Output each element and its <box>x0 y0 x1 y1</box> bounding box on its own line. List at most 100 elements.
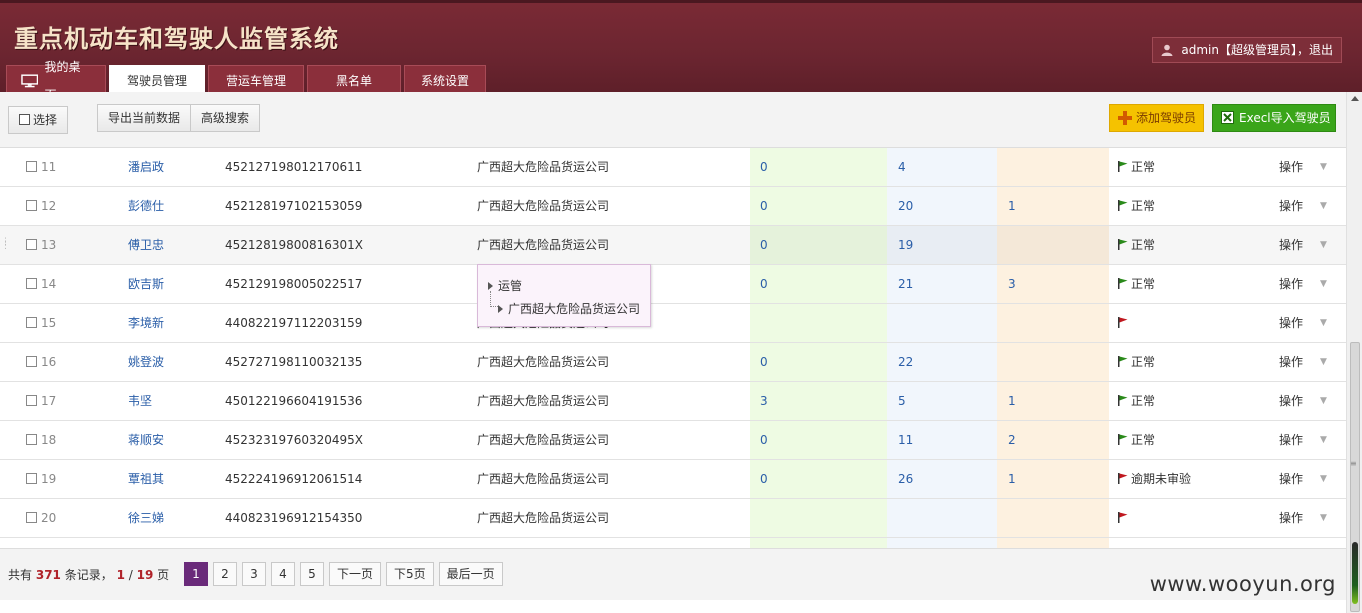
table-row[interactable]: ⋮ ⋮ 13 傅卫忠 4521281980081630​1X 广西超大危险品货运公司 0 19… <box>0 226 1346 265</box>
select-all-button[interactable]: 选择 <box>8 106 68 134</box>
driver-name-link[interactable]: 彭德仕 <box>128 187 164 226</box>
page-button-4[interactable]: 4 <box>271 562 295 586</box>
driver-name-link[interactable]: 覃祖其 <box>128 460 164 499</box>
chevron-down-icon[interactable]: ▼ <box>1320 304 1327 343</box>
tab-desktop[interactable]: 我的桌面 <box>6 60 106 102</box>
table-row[interactable]: 17 韦坚 450122196604191536 广西超大危险品货运公司 3 5 1 正常 操作… <box>0 382 1346 421</box>
checkbox[interactable] <box>26 200 37 211</box>
count-1[interactable]: 0 <box>760 265 768 304</box>
chevron-down-icon[interactable]: ▼ <box>1320 499 1327 538</box>
count-1[interactable]: 0 <box>760 148 768 187</box>
table-row[interactable]: 16 姚登波 452727198110032135 广西超大危险品货运公司 0 22 正常 操… <box>0 343 1346 382</box>
chevron-down-icon[interactable]: ▼ <box>1320 460 1327 499</box>
driver-name-link[interactable]: 韦坚 <box>128 382 152 421</box>
page-button-1[interactable]: 1 <box>184 562 208 586</box>
row-action-button[interactable]: 操作 <box>1279 265 1303 304</box>
chevron-down-icon[interactable]: ▼ <box>1320 343 1327 382</box>
driver-name-link[interactable]: 姚登波 <box>128 343 164 382</box>
count-2[interactable]: 21 <box>898 265 913 304</box>
row-select[interactable]: 17 <box>26 382 56 421</box>
row-select[interactable]: 11 <box>26 148 56 187</box>
table-row[interactable]: 15 李境新 440822197112203159 广西超大危险品货运公司 操作 ▼ <box>0 304 1346 343</box>
row-select[interactable]: 14 <box>26 265 56 304</box>
count-1[interactable]: 0 <box>760 421 768 460</box>
checkbox[interactable] <box>26 278 37 289</box>
row-select[interactable]: 16 <box>26 343 56 382</box>
chevron-down-icon[interactable]: ▼ <box>1320 148 1327 187</box>
driver-name-link[interactable]: 李境新 <box>128 304 164 343</box>
checkbox[interactable] <box>26 317 37 328</box>
count-1[interactable]: 3 <box>760 382 768 421</box>
next-page-button[interactable]: 下一页 <box>329 562 382 586</box>
row-select[interactable]: 15 <box>26 304 56 343</box>
count-2[interactable]: 5 <box>898 382 906 421</box>
chevron-down-icon[interactable]: ▼ <box>1320 421 1327 460</box>
checkbox[interactable] <box>26 161 37 172</box>
table-row[interactable]: 11 潘启政 452127198012170611 广西超大危险品货运公司 0 4 正常 操作… <box>0 148 1346 187</box>
excel-import-button[interactable]: Execl导入驾驶员 <box>1212 104 1336 132</box>
drag-handle-icon[interactable]: ⋮ ⋮ <box>1 238 10 251</box>
checkbox[interactable] <box>26 239 37 250</box>
checkbox[interactable] <box>26 473 37 484</box>
row-select[interactable]: 19 <box>26 460 56 499</box>
add-driver-button[interactable]: 添加驾驶员 <box>1109 104 1204 132</box>
export-current-data-button[interactable]: 导出当前数据 <box>97 104 191 132</box>
driver-name-link[interactable]: 徐三娣 <box>128 499 164 538</box>
count-3[interactable]: 1 <box>1008 382 1016 421</box>
chevron-down-icon[interactable]: ▼ <box>1320 187 1327 226</box>
vertical-scrollbar[interactable]: ≡ <box>1346 92 1362 613</box>
row-select[interactable]: 12 <box>26 187 56 226</box>
checkbox[interactable] <box>26 356 37 367</box>
tab-driver-management[interactable]: 驾驶员管理 <box>109 65 205 95</box>
row-action-button[interactable]: 操作 <box>1279 382 1303 421</box>
row-action-button[interactable]: 操作 <box>1279 499 1303 538</box>
page-button-5[interactable]: 5 <box>300 562 324 586</box>
row-action-button[interactable]: 操作 <box>1279 460 1303 499</box>
chevron-down-icon[interactable]: ▼ <box>1320 226 1327 265</box>
driver-name-link[interactable]: 潘启政 <box>128 148 164 187</box>
count-3[interactable]: 3 <box>1008 265 1016 304</box>
row-action-button[interactable]: 操作 <box>1279 343 1303 382</box>
table-row[interactable]: 14欧吉斯452129198005022517广西超大危险品货运公司0213正常… <box>0 265 1346 304</box>
tab-vehicle-management[interactable]: 营运车管理 <box>208 65 304 95</box>
count-2[interactable]: 19 <box>898 226 913 265</box>
chevron-down-icon[interactable]: ▼ <box>1320 265 1327 304</box>
driver-name-link[interactable]: 欧吉斯 <box>128 265 164 304</box>
table-row[interactable]: 20 徐三娣 440823196912154350 广西超大危险品货运公司 操作 ▼ <box>0 499 1346 538</box>
driver-name-link[interactable]: 傅卫忠 <box>128 226 164 265</box>
checkbox[interactable] <box>26 434 37 445</box>
next-5-pages-button[interactable]: 下5页 <box>386 562 434 586</box>
tree-node-company[interactable]: 广西超大危险品货运公司 <box>498 300 640 317</box>
driver-name-link[interactable]: 蒋顺安 <box>128 421 164 460</box>
count-2[interactable]: 26 <box>898 460 913 499</box>
table-row[interactable]: 19 覃祖其 452224196912061514 广西超大危险品货运公司 0 26 1 逾期… <box>0 460 1346 499</box>
row-select[interactable]: 18 <box>26 421 56 460</box>
advanced-search-button[interactable]: 高级搜索 <box>190 104 260 132</box>
count-3[interactable]: 1 <box>1008 460 1016 499</box>
count-2[interactable]: 11 <box>898 421 913 460</box>
table-row[interactable]: 12 彭德仕 452128197102153059 广西超大危险品货运公司 0 20 1 正常… <box>0 187 1346 226</box>
row-action-button[interactable]: 操作 <box>1279 187 1303 226</box>
last-page-button[interactable]: 最后一页 <box>438 562 503 586</box>
count-1[interactable]: 0 <box>760 226 768 265</box>
row-select[interactable]: 13 <box>26 226 56 265</box>
count-2[interactable]: 22 <box>898 343 913 382</box>
page-button-3[interactable]: 3 <box>242 562 266 586</box>
count-2[interactable]: 20 <box>898 187 913 226</box>
count-1[interactable]: 0 <box>760 187 768 226</box>
table-row[interactable]: 18 蒋顺安 45232319760320495X 广西超大危险品货运公司 0 11 2 正常… <box>0 421 1346 460</box>
count-3[interactable]: 2 <box>1008 421 1016 460</box>
checkbox[interactable] <box>26 512 37 523</box>
row-select[interactable]: 20 <box>26 499 56 538</box>
row-action-button[interactable]: 操作 <box>1279 421 1303 460</box>
checkbox[interactable] <box>26 395 37 406</box>
count-1[interactable]: 0 <box>760 460 768 499</box>
count-2[interactable]: 4 <box>898 148 906 187</box>
page-button-2[interactable]: 2 <box>213 562 237 586</box>
scroll-up-arrow-icon[interactable] <box>1351 96 1359 101</box>
count-1[interactable]: 0 <box>760 343 768 382</box>
row-action-button[interactable]: 操作 <box>1279 226 1303 265</box>
user-logout-link[interactable]: admin【超级管理员】，退出 <box>1152 37 1342 63</box>
chevron-down-icon[interactable]: ▼ <box>1320 382 1327 421</box>
row-action-button[interactable]: 操作 <box>1279 304 1303 343</box>
